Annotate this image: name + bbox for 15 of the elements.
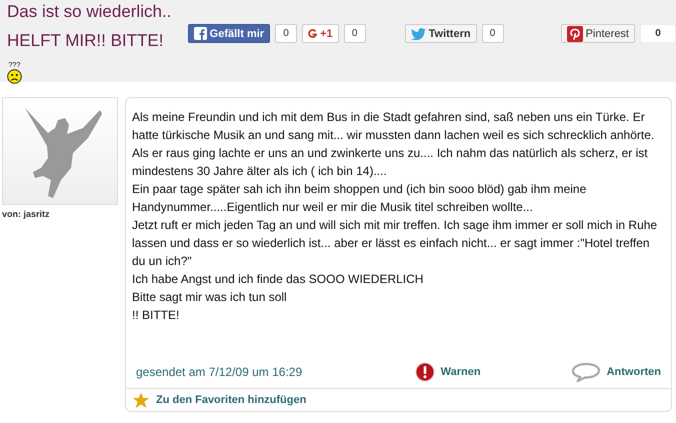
author-name: von: jasritz [2,209,51,219]
share-count: 0 [640,24,676,43]
like-button[interactable]: Gefällt mir [188,24,270,43]
add-favorite-link[interactable]: Zu den Favoriten hinzufügen [156,394,306,406]
share-count: 0 [275,24,298,43]
page-title: Das ist so wiederlich.. HELFT MIR!! BITTE! [7,2,172,50]
share-count: 0 [482,24,504,43]
share-count: 0 [344,24,366,43]
reply-button[interactable]: Antworten [570,362,661,382]
message-text: Als meine Freundin und ich mit dem Bus in die Stadt gefahren sind, saß neben uns ein Türke. Er hatte türkische Musik an und sang mit... wir mussten dann lachen weil es sich schrecklich anhörte. Als er raus ging lachte er uns an und zwinkerte uns zu.... Ich nahm das natürlich als scherz, er ist mindestens 30 Jahre älter als ich ( ich bin 14).... Ein paar tage später sah ich ihn beim shoppen und (ich bin sooo blöd) gab ihm meine Handynummer.....Eigentlich nur weil er mir die Musik titel schreiben wollte... Jetzt ruft er mich jeden Tag an und will sich mit mir treffen. Ich sage ihm immer er soll mich in Ruhe lassen und dass er so wiederlich ist... aber er lässt es einfach nicht... er sagt immer :"Hotel treffen du un ich?" Ich habe Angst und ich finde das SOOO WIEDERLICH Bitte sagt mir was ich tun soll !! BITTE! [131,109,658,324]
plus-one-button[interactable]: +1 [302,24,339,43]
warn-button[interactable]: Warnen [414,362,481,382]
sent-date: gesendet am 7/12/09 um 16:29 [136,365,304,379]
pin-button[interactable]: Pinterest [560,24,635,43]
tweet-button[interactable]: Twittern [404,24,477,43]
